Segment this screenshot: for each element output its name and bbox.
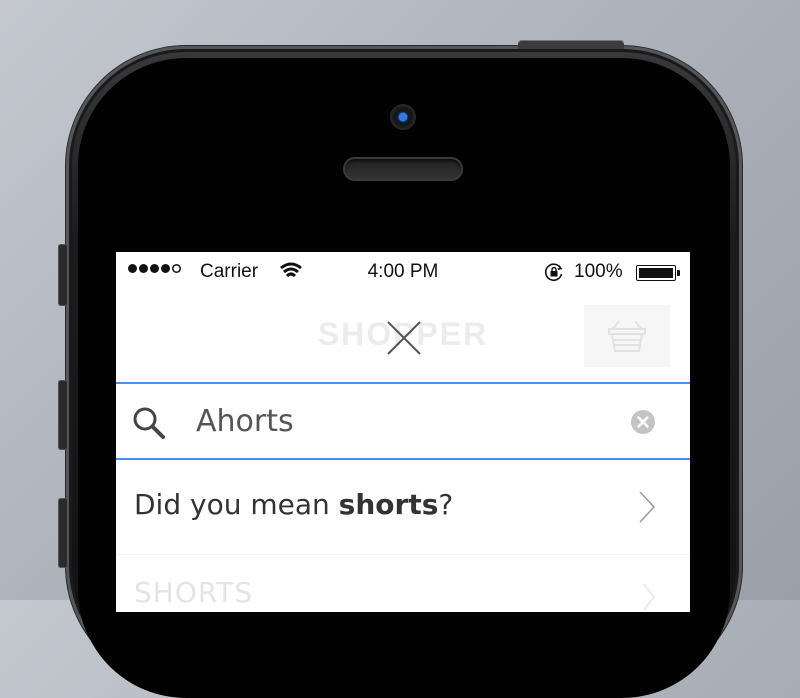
suggested-term: shorts [338,488,439,521]
mute-switch [58,244,68,306]
suggestion-text: Did you mean shorts? [134,488,453,521]
battery-percent: 100% [574,261,623,282]
volume-up-button [58,380,68,450]
search-icon [133,407,165,439]
clear-search-icon[interactable] [630,409,656,435]
result-label: SHORTS [134,576,254,609]
volume-down-button [58,498,68,568]
power-button [518,40,624,49]
app-screen: Carrier 4:00 PM 100% SHOPPER Ahorts Did … [116,252,690,612]
search-bar [116,382,690,460]
close-search-button[interactable] [386,320,422,356]
rotation-lock-icon [544,263,563,281]
close-icon [387,321,421,355]
basket-icon [608,320,646,352]
status-bar: Carrier 4:00 PM 100% [116,252,690,292]
suggestion-prefix: Did you mean [134,488,339,521]
front-camera [390,104,416,130]
suggestion-suffix: ? [438,488,454,521]
did-you-mean-suggestion[interactable]: Did you mean shorts? [116,460,690,555]
cart-button[interactable] [584,305,670,367]
chevron-right-icon [639,491,656,523]
search-input[interactable] [196,396,616,446]
navigation-bar: SHOPPER [116,292,690,382]
result-row[interactable]: SHORTS [116,556,690,612]
chevron-right-icon [643,583,655,611]
earpiece-speaker [343,157,463,181]
battery-icon [636,265,680,281]
